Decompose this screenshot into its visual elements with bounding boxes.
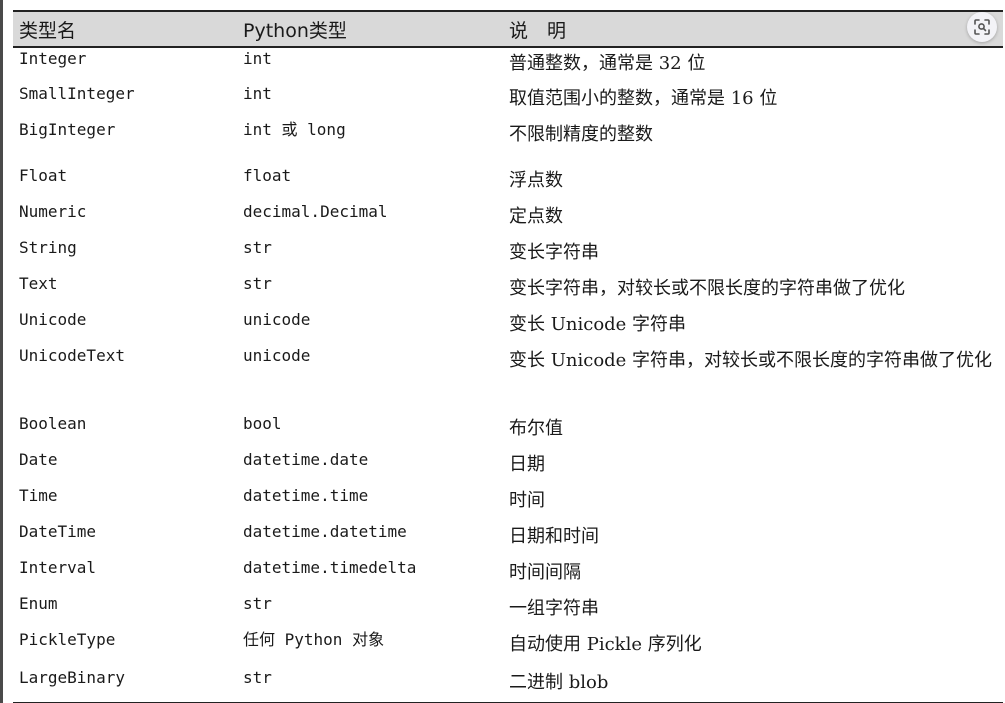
table-row: SmallInteger int 取值范围小的整数，通常是 16 位 [13, 83, 1003, 119]
type-name-cell: UnicodeText [19, 346, 125, 365]
table-row: String str 变长字符串 [13, 237, 1003, 273]
description-cell: 浮点数 [509, 170, 563, 191]
type-name-cell: String [19, 238, 77, 257]
description-cell: 变长 Unicode 字符串 [509, 314, 687, 335]
description-cell: 一组字符串 [509, 598, 599, 619]
header-type-name: 类型名 [19, 19, 77, 42]
python-type-cell: unicode [243, 310, 311, 329]
description-cell: 普通整数，通常是 32 位 [509, 53, 706, 74]
python-type-cell: 任何 Python 对象 [243, 630, 385, 649]
header-python-type: Python类型 [243, 19, 347, 42]
type-name-cell: Text [19, 274, 58, 293]
type-name-cell: Boolean [19, 414, 87, 433]
description-cell: 二进制 blob [509, 672, 609, 693]
type-name-cell: Date [19, 450, 58, 469]
type-name-cell: Interval [19, 558, 97, 577]
description-cell: 变长 Unicode 字符串，对较长或不限长度的字符串做了优化 [509, 350, 993, 371]
type-name-cell: Integer [19, 49, 87, 68]
table-row: Boolean bool 布尔值 [13, 413, 1003, 449]
type-name-cell: SmallInteger [19, 84, 135, 103]
python-type-cell: decimal.Decimal [243, 202, 388, 221]
description-cell: 时间 [509, 490, 545, 511]
python-type-cell: str [243, 238, 272, 257]
type-name-cell: BigInteger [19, 120, 116, 139]
table-header-row: 类型名 Python类型 说 明 [13, 11, 1003, 47]
description-cell: 时间间隔 [509, 562, 581, 583]
python-type-cell: datetime.datetime [243, 522, 407, 541]
table-row: Integer int 普通整数，通常是 32 位 [13, 47, 1003, 83]
lens-search-icon [974, 19, 990, 35]
table-row: Time datetime.time 时间 [13, 485, 1003, 521]
table-row: LargeBinary str 二进制 blob [13, 667, 1003, 703]
cropped-caption-strip [3, 0, 1005, 8]
description-cell: 取值范围小的整数，通常是 16 位 [509, 88, 778, 109]
lens-search-button[interactable] [967, 12, 997, 42]
type-name-cell: Enum [19, 594, 58, 613]
type-name-cell: Numeric [19, 202, 87, 221]
python-type-cell: float [243, 166, 292, 185]
python-type-cell: int [243, 84, 272, 103]
table-row: Text str 变长字符串，对较长或不限长度的字符串做了优化 [13, 273, 1003, 309]
python-type-cell: unicode [243, 346, 311, 365]
type-name-cell: LargeBinary [19, 668, 125, 687]
python-type-cell: int 或 long [243, 120, 346, 139]
table-row: BigInteger int 或 long 不限制精度的整数 [13, 119, 1003, 165]
table-row: Date datetime.date 日期 [13, 449, 1003, 485]
python-type-cell: str [243, 274, 272, 293]
description-cell: 日期 [509, 454, 545, 475]
description-cell: 自动使用 Pickle 序列化 [509, 634, 702, 655]
description-cell: 不限制精度的整数 [509, 124, 653, 145]
type-name-cell: Unicode [19, 310, 87, 329]
python-type-cell: datetime.timedelta [243, 558, 417, 577]
table-row: DateTime datetime.datetime 日期和时间 [13, 521, 1003, 557]
python-type-cell: bool [243, 414, 282, 433]
description-cell: 日期和时间 [509, 526, 599, 547]
python-type-cell: datetime.time [243, 486, 369, 505]
type-name-cell: DateTime [19, 522, 97, 541]
table-row: Interval datetime.timedelta 时间间隔 [13, 557, 1003, 593]
table-row: UnicodeText unicode 变长 Unicode 字符串，对较长或不限长… [13, 345, 1003, 413]
description-cell: 变长字符串 [509, 242, 599, 263]
table-row: Float float 浮点数 [13, 165, 1003, 201]
table-row: Numeric decimal.Decimal 定点数 [13, 201, 1003, 237]
table-row: Enum str 一组字符串 [13, 593, 1003, 629]
description-cell: 布尔值 [509, 418, 563, 439]
type-name-cell: Time [19, 486, 58, 505]
python-type-cell: str [243, 594, 272, 613]
description-cell: 变长字符串，对较长或不限长度的字符串做了优化 [509, 278, 905, 299]
python-type-cell: int [243, 49, 272, 68]
table-row: Unicode unicode 变长 Unicode 字符串 [13, 309, 1003, 345]
type-name-cell: PickleType [19, 630, 116, 649]
description-cell: 定点数 [509, 206, 563, 227]
type-name-cell: Float [19, 166, 68, 185]
header-description: 说 明 [509, 19, 567, 42]
sqlalchemy-types-table: 类型名 Python类型 说 明 Integer int 普通整数，通常是 32 位… [13, 10, 1003, 703]
python-type-cell: str [243, 668, 272, 687]
python-type-cell: datetime.date [243, 450, 369, 469]
document-page: 类型名 Python类型 说 明 Integer int 普通整数，通常是 32 位… [0, 0, 1005, 703]
table-row: PickleType 任何 Python 对象 自动使用 Pickle 序列化 [13, 629, 1003, 667]
